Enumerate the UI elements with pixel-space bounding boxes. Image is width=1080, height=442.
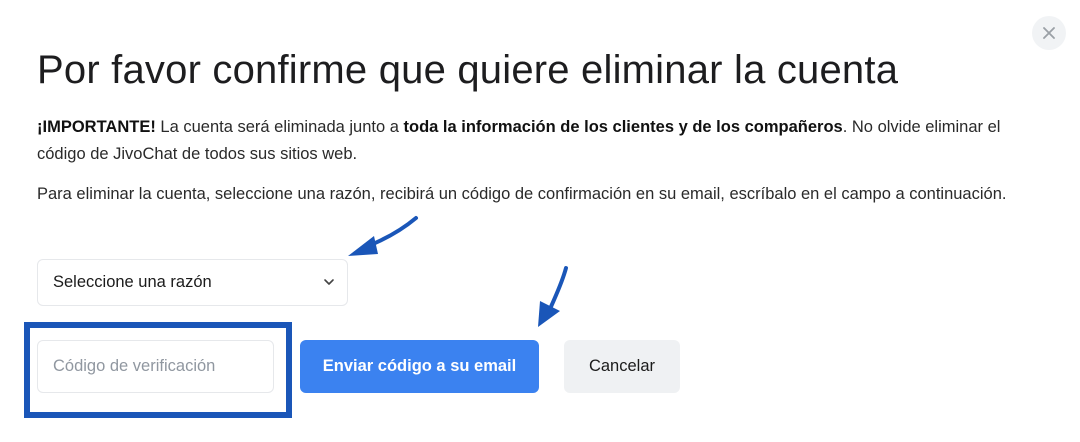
annotation-arrow-icon [348,216,418,256]
warning-text-a: La cuenta será eliminada junto a [155,118,404,136]
cancel-button[interactable]: Cancelar [564,340,680,393]
reason-select[interactable]: Seleccione una razón [37,259,348,306]
reason-select-value: Seleccione una razón [53,273,212,291]
chevron-down-icon [324,279,334,285]
send-code-button[interactable]: Enviar código a su email [300,340,539,393]
instructions-text: Para eliminar la cuenta, seleccione una … [37,185,1007,203]
close-icon [1043,27,1055,39]
warning-emphasis: toda la información de los clientes y de… [403,118,843,136]
verification-code-input[interactable] [37,340,274,393]
dialog-title: Por favor confirme que quiere eliminar l… [37,48,899,92]
delete-account-dialog: Por favor confirme que quiere eliminar l… [0,0,1080,442]
annotation-arrow-icon [538,266,568,327]
close-button[interactable] [1032,16,1066,50]
important-label: ¡IMPORTANTE! [37,118,156,136]
warning-text: ¡IMPORTANTE! La cuenta será eliminada ju… [37,114,1047,168]
